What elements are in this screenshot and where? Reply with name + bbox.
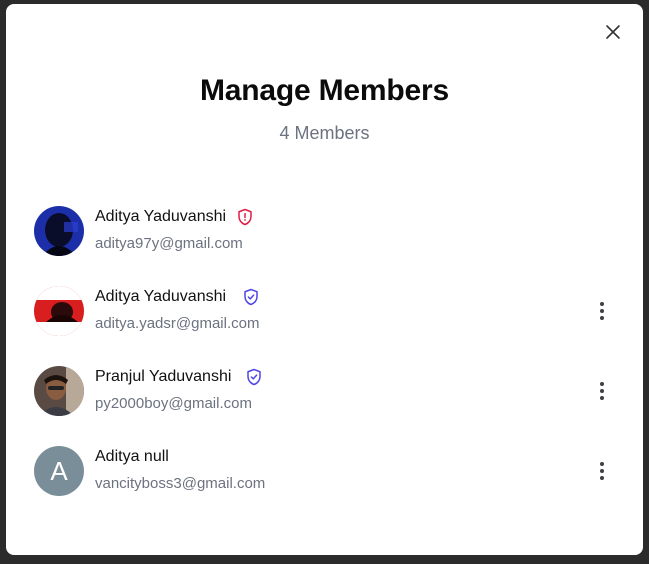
avatar (34, 286, 84, 336)
manage-members-modal: Manage Members 4 Members Aditya Yaduvans… (6, 4, 643, 555)
member-name: Aditya Yaduvanshi (95, 208, 227, 225)
member-count: 4 Members (279, 123, 370, 143)
more-options-button[interactable] (590, 379, 614, 403)
member-email: aditya97y@gmail.com (95, 235, 243, 252)
member-email: aditya.yadsr@gmail.com (95, 315, 260, 332)
avatar (34, 366, 84, 416)
close-button[interactable] (605, 24, 621, 40)
member-name: Aditya Yaduvanshi (95, 288, 227, 305)
close-icon (606, 25, 620, 39)
modal-title: Manage Members (200, 74, 449, 107)
member-email: py2000boy@gmail.com (95, 395, 252, 412)
shield-check-icon (242, 288, 260, 306)
avatar: A (34, 446, 84, 496)
avatar (34, 206, 84, 256)
member-row: Pranjul Yaduvanshi py2000boy@gmail.com (34, 366, 614, 418)
member-name: Pranjul Yaduvanshi (95, 368, 232, 385)
member-row: A Aditya null vancityboss3@gmail.com (34, 446, 614, 498)
more-options-button[interactable] (590, 299, 614, 323)
member-row: Aditya Yaduvanshi aditya97y@gmail.com (34, 206, 614, 258)
member-row: Aditya Yaduvanshi aditya.yadsr@gmail.com (34, 286, 614, 338)
more-options-button[interactable] (590, 459, 614, 483)
member-name: Aditya null (95, 448, 169, 465)
shield-check-icon (245, 368, 263, 386)
shield-alert-icon (236, 208, 254, 226)
member-email: vancityboss3@gmail.com (95, 475, 266, 492)
